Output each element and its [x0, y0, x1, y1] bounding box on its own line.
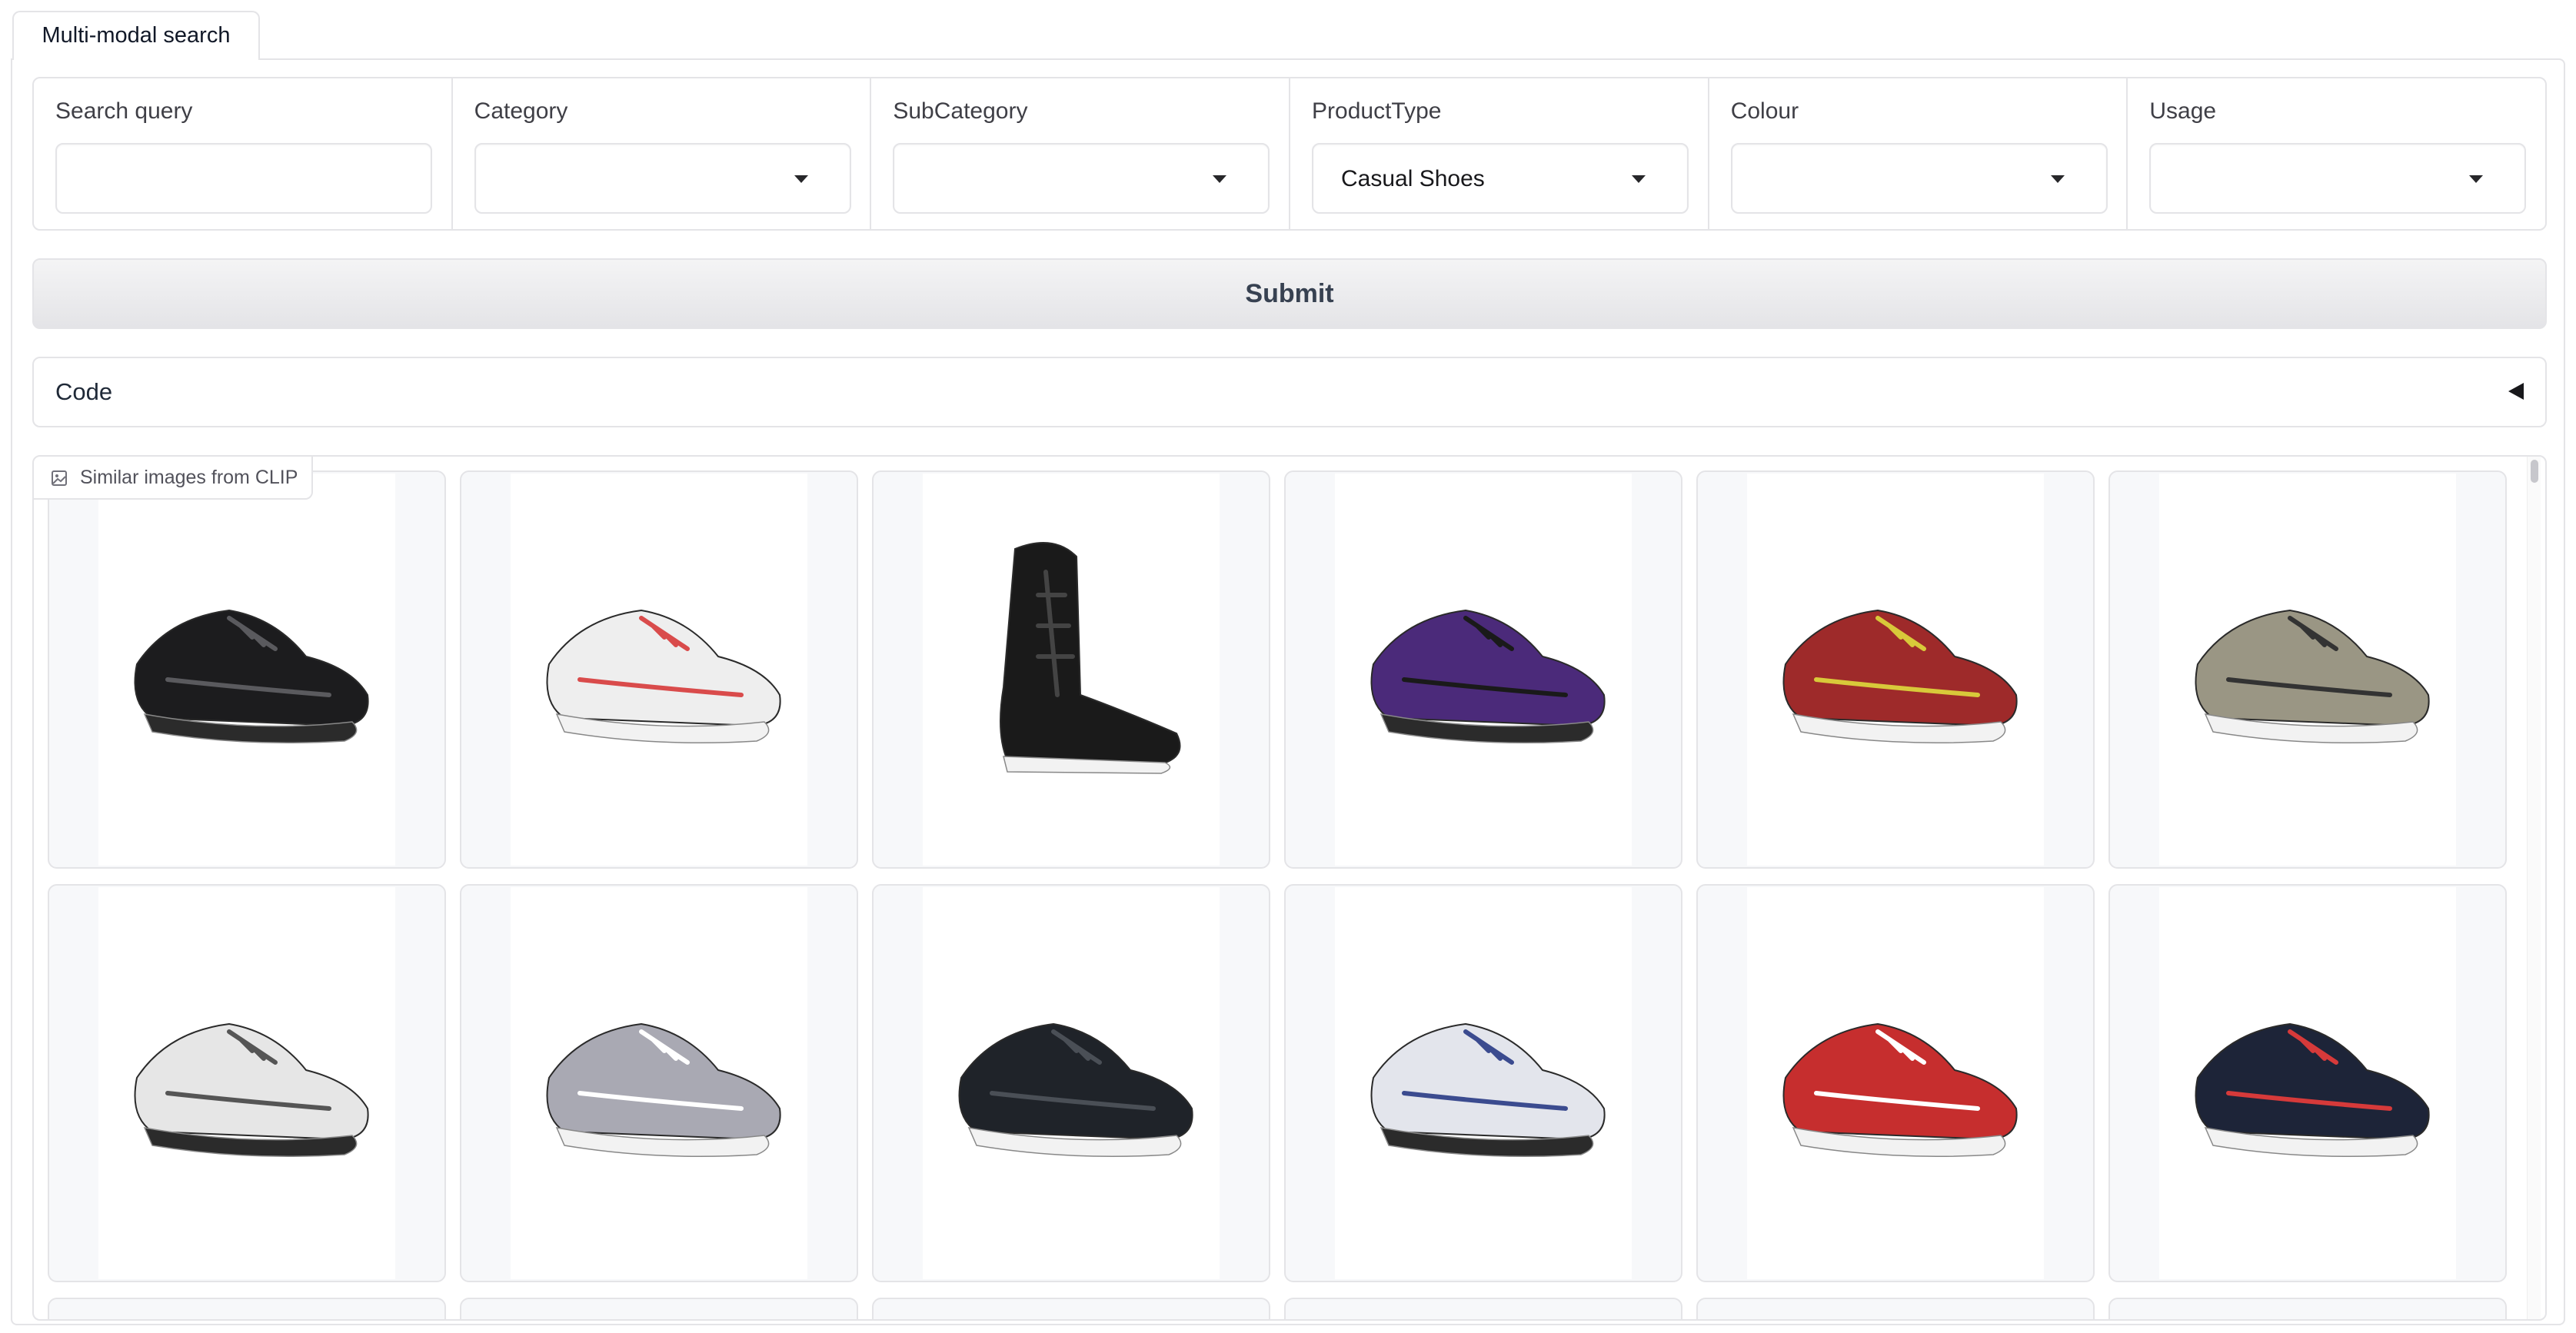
subcategory-dropdown[interactable] [893, 143, 1270, 214]
category-label: Category [474, 98, 568, 124]
red-lace-up-icon [1782, 609, 2018, 744]
black-loafer-icon [958, 1022, 1193, 1158]
gallery-label: Similar images from CLIP [34, 457, 314, 500]
white-red-sneaker-icon [546, 609, 781, 744]
grey-canvas-sneaker-icon [546, 1022, 781, 1158]
chevron-down-icon [1632, 175, 1646, 183]
category-group: Category [453, 78, 872, 229]
purple-slip-on-icon [1370, 609, 1606, 744]
gallery-thumbnail[interactable] [48, 884, 446, 1282]
gallery-thumbnail[interactable] [460, 1298, 858, 1319]
gallery-thumbnail[interactable] [2108, 1298, 2507, 1319]
chevron-down-icon [2050, 175, 2065, 183]
colour-dropdown[interactable] [1730, 143, 2108, 214]
search-query-label: Search query [55, 98, 193, 124]
navy-red-sneaker-icon [2195, 1022, 2430, 1158]
submit-button[interactable]: Submit [32, 258, 2547, 329]
usage-dropdown[interactable] [2149, 143, 2527, 214]
subcategory-label: SubCategory [893, 98, 1028, 124]
colour-group: Colour [1709, 78, 2128, 229]
gallery-scrollbar[interactable] [2527, 457, 2541, 1319]
collapse-arrow-icon[interactable] [2508, 383, 2524, 400]
gallery-thumbnail[interactable] [1696, 884, 2095, 1282]
black-sneaker-icon [134, 609, 369, 744]
gallery-thumbnail[interactable] [48, 1298, 446, 1319]
code-accordion[interactable]: Code [32, 357, 2547, 427]
gallery-thumbnail[interactable] [1284, 1298, 1682, 1319]
gallery-thumbnail[interactable] [48, 470, 446, 869]
gallery: Similar images from CLIP [32, 455, 2547, 1321]
gallery-thumbnail[interactable] [460, 470, 858, 869]
product-type-dropdown[interactable]: Casual Shoes [1312, 143, 1689, 214]
gallery-thumbnail[interactable] [1284, 470, 1682, 869]
white-blue-sneaker-icon [1370, 1022, 1606, 1158]
gallery-thumbnail[interactable] [460, 884, 858, 1282]
usage-group: Usage [2128, 78, 2545, 229]
gallery-label-text: Similar images from CLIP [80, 467, 298, 488]
tab-multi-modal-search[interactable]: Multi-modal search [12, 11, 260, 60]
gallery-thumbnail[interactable] [2108, 884, 2507, 1282]
gallery-thumbnail[interactable] [1284, 884, 1682, 1282]
image-icon [52, 470, 67, 486]
colour-label: Colour [1730, 98, 1799, 124]
gallery-thumbnail[interactable] [1696, 1298, 2095, 1319]
category-dropdown[interactable] [474, 143, 851, 214]
gallery-thumbnail[interactable] [2108, 470, 2507, 869]
search-query-input[interactable] [55, 143, 432, 214]
white-sandal-shoe-icon [134, 1022, 369, 1158]
gallery-thumbnail[interactable] [1696, 470, 2095, 869]
search-query-group: Search query [34, 78, 453, 229]
product-type-label: ProductType [1312, 98, 1442, 124]
red-velcro-sneaker-icon [1782, 1022, 2018, 1158]
usage-label: Usage [2149, 98, 2217, 124]
product-type-value: Casual Shoes [1341, 166, 1485, 191]
filters-row: Search query Category SubCategory Produc… [32, 77, 2547, 231]
subcategory-group: SubCategory [871, 78, 1291, 229]
product-type-group: ProductType Casual Shoes [1290, 78, 1709, 229]
gallery-thumbnail[interactable] [872, 470, 1270, 869]
chevron-down-icon [2469, 175, 2484, 183]
gallery-thumbnail[interactable] [872, 884, 1270, 1282]
code-accordion-label: Code [55, 378, 113, 405]
scrollbar-thumb[interactable] [2531, 460, 2538, 483]
gallery-thumbnail[interactable] [872, 1298, 1270, 1319]
black-boot-icon [1000, 542, 1181, 774]
chevron-down-icon [794, 175, 808, 183]
grey-chukka-icon [2195, 609, 2430, 744]
chevron-down-icon [1213, 175, 1227, 183]
gallery-grid [48, 470, 2507, 1319]
